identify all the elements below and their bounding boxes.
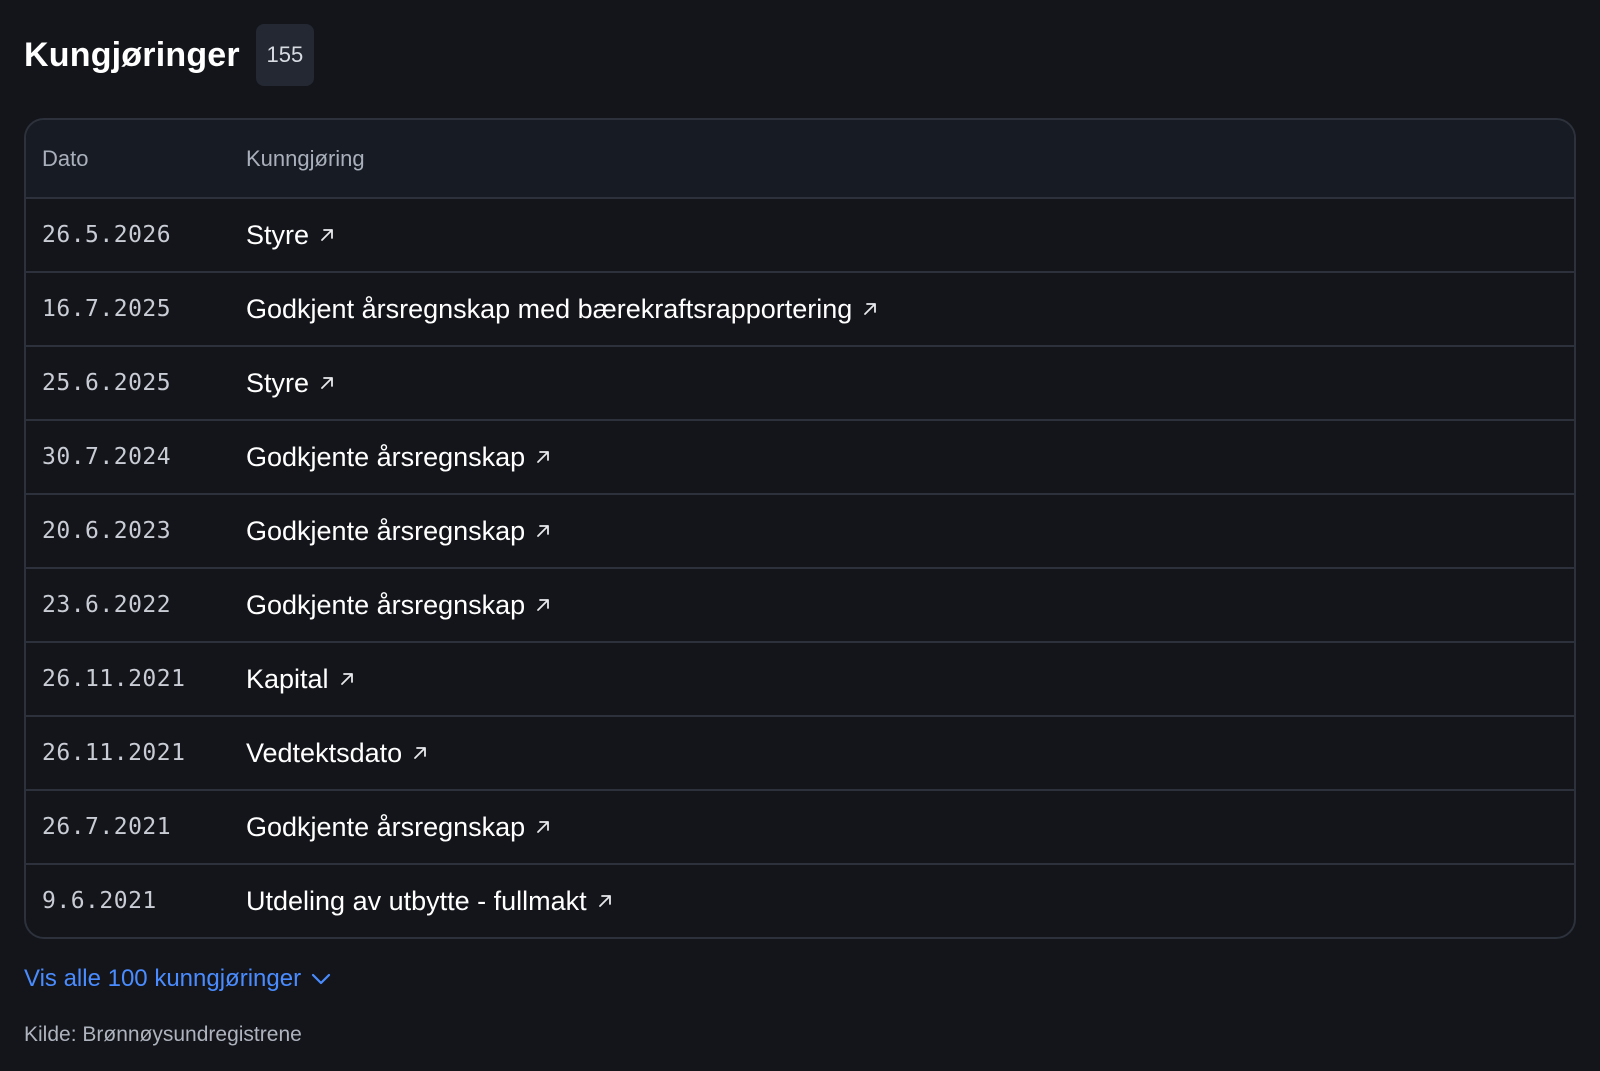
row-date: 9.6.2021 [42,888,157,914]
external-link-arrow-icon [414,747,427,759]
announcement-label: Vedtektsdato [246,737,403,768]
external-link-arrow-icon [537,821,550,833]
row-announcement-cell: Godkjent årsregnskap med bærekraftsrappo… [246,294,1574,325]
announcement-link[interactable]: Kapital [246,664,355,695]
external-link-arrow-icon [321,229,333,241]
announcement-label: Styre [246,367,310,398]
row-announcement-cell: Godkjente årsregnskap [246,590,1574,621]
column-header-announcement: Kunngjøring [246,145,365,171]
row-date: 26.11.2021 [42,740,186,766]
row-date: 26.11.2021 [42,666,186,692]
table-row: 26.11.2021 Kapital [26,643,1574,717]
announcement-label: Godkjente årsregnskap [246,441,526,472]
external-link-arrow-icon [321,377,333,389]
section-title: Kungjøringer [24,35,240,74]
chevron-down-icon [311,973,331,985]
announcement-label: Kapital [246,663,329,694]
row-date: 16.7.2025 [42,296,172,322]
table-row: 16.7.2025 Godkjent årsregnskap med bærekr… [26,273,1574,347]
external-link-arrow-icon [598,895,611,907]
external-link-arrow-icon [864,303,877,315]
external-link-arrow-icon [537,451,550,463]
announcement-link[interactable]: Godkjent årsregnskap med bærekraftsrappo… [246,294,878,325]
announcement-link[interactable]: Styre [246,368,335,399]
row-date: 26.5.2026 [42,222,172,248]
announcement-link[interactable]: Styre [246,220,335,251]
column-header-date: Dato [42,145,89,171]
row-announcement-cell: Styre [246,220,1574,251]
row-date: 25.6.2025 [42,370,172,396]
table-row: 25.6.2025 Styre [26,347,1574,421]
announcement-label: Styre [246,219,310,250]
show-all-label: Vis alle 100 kunngjøringer [24,965,302,992]
table-row: 26.5.2026 Styre [26,199,1574,273]
row-announcement-cell: Godkjente årsregnskap [246,442,1574,473]
row-announcement-cell: Vedtektsdato [246,738,1574,769]
external-link-arrow-icon [537,525,550,537]
row-date: 23.6.2022 [42,592,172,618]
announcement-link[interactable]: Utdeling av utbytte - fullmakt [246,886,613,917]
show-all-link[interactable]: Vis alle 100 kunngjøringer [24,965,331,993]
row-announcement-cell: Styre [246,368,1574,399]
announcement-link[interactable]: Godkjente årsregnskap [246,516,551,547]
table-body: 26.5.2026 Styre 16.7.2025 Godkjent årsregns… [26,199,1574,937]
table-row: 9.6.2021 Utdeling av utbytte - fullmakt [26,865,1574,937]
row-announcement-cell: Utdeling av utbytte - fullmakt [246,886,1574,917]
announcement-link[interactable]: Vedtektsdato [246,738,428,769]
announcement-link[interactable]: Godkjente årsregnskap [246,590,551,621]
table-row: 26.7.2021 Godkjente årsregnskap [26,791,1574,865]
row-announcement-cell: Godkjente årsregnskap [246,812,1574,843]
announcement-label: Godkjente årsregnskap [246,589,526,620]
row-date: 26.7.2021 [42,814,172,840]
table-header: Dato Kunngjøring [26,120,1574,199]
source-note: Kilde: Brønnøysundregistrene [24,1023,302,1046]
row-date: 20.6.2023 [42,518,172,544]
row-announcement-cell: Godkjente årsregnskap [246,516,1574,547]
count-badge: 155 [255,24,314,86]
announcement-label: Utdeling av utbytte - fullmakt [246,885,587,916]
announcement-label: Godkjente årsregnskap [246,515,526,546]
announcements-table: Dato Kunngjøring 26.5.2026 Styre 16.7.2025… [24,118,1576,939]
announcement-link[interactable]: Godkjente årsregnskap [246,442,551,473]
announcements-section: Kungjøringer 155 Dato Kunngjøring 26.5.2… [0,0,1600,1071]
external-link-arrow-icon [340,673,353,685]
table-row: 23.6.2022 Godkjente årsregnskap [26,569,1574,643]
section-header: Kungjøringer 155 [24,24,1576,86]
table-row: 30.7.2024 Godkjente årsregnskap [26,421,1574,495]
announcement-label: Godkjente årsregnskap [246,811,526,842]
table-row: 26.11.2021 Vedtektsdato [26,717,1574,791]
announcement-label: Godkjent årsregnskap med bærekraftsrappo… [246,293,853,324]
row-date: 30.7.2024 [42,444,172,470]
announcement-link[interactable]: Godkjente årsregnskap [246,812,551,843]
table-row: 20.6.2023 Godkjente årsregnskap [26,495,1574,569]
row-announcement-cell: Kapital [246,664,1574,695]
external-link-arrow-icon [537,599,550,611]
